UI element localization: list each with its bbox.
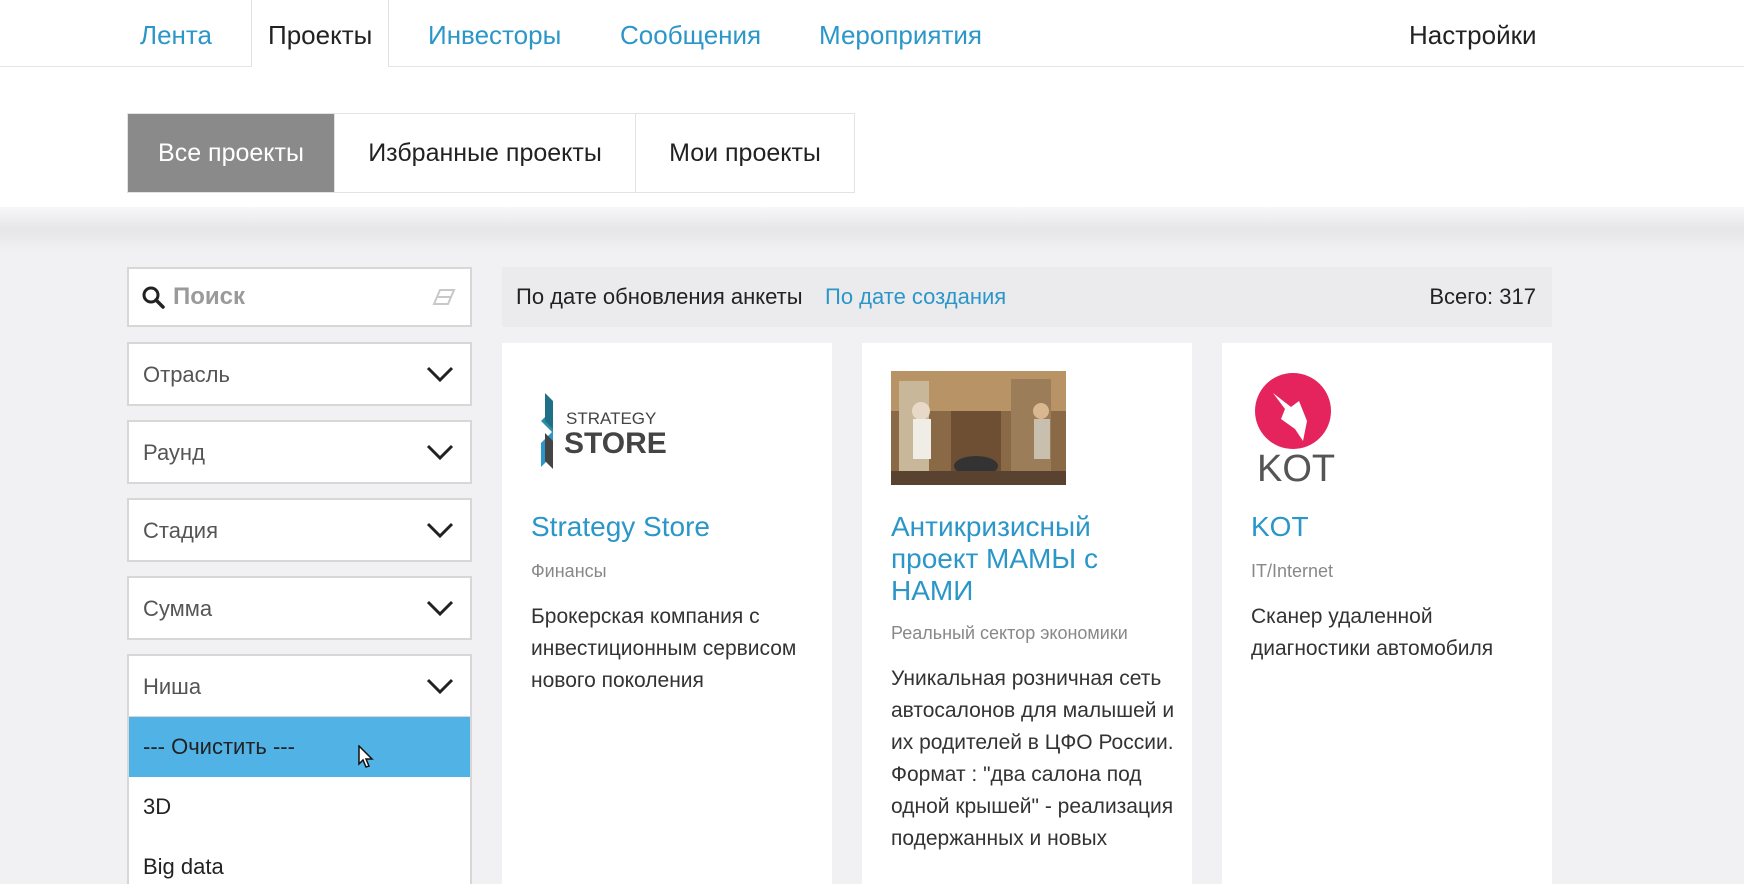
filter-stage[interactable]: Стадия: [127, 498, 472, 562]
kot-logo: KOT: [1255, 373, 1335, 485]
top-navigation: Лента Проекты Инвесторы Сообщения Меропр…: [0, 0, 1744, 68]
dropdown-option-clear[interactable]: --- Очистить ---: [129, 717, 470, 777]
filter-niche-label: Ниша: [143, 674, 202, 699]
filter-round-label: Раунд: [143, 440, 205, 465]
project-description: Уникальная розничная сеть автосалонов дл…: [891, 667, 1175, 850]
project-title[interactable]: Антикризисный проект МАМЫ с НАМИ: [891, 511, 1171, 607]
chevron-down-icon: [426, 444, 454, 461]
project-card[interactable]: STRATEGY STORE Strategy Store Финансы Бр…: [502, 343, 832, 884]
project-category: IT/Internet: [1251, 561, 1334, 581]
project-subtabs: Все проекты Избранные проекты Мои проект…: [127, 113, 855, 193]
mouse-cursor-icon: [358, 745, 374, 768]
project-category: Финансы: [531, 561, 607, 581]
chevron-down-icon: [426, 678, 454, 695]
project-category: Реальный сектор экономики: [891, 623, 1128, 643]
project-title[interactable]: KOT: [1251, 511, 1531, 543]
logo-text-strategy: STRATEGY: [566, 409, 656, 428]
tab-messages[interactable]: Сообщения: [620, 0, 761, 67]
logo-text-kot: KOT: [1257, 448, 1335, 485]
filter-amount-label: Сумма: [143, 596, 213, 621]
filter-industry[interactable]: Отрасль: [127, 342, 472, 406]
project-card[interactable]: KOT KOT IT/Internet Сканер удаленной диа…: [1222, 343, 1552, 884]
search-input[interactable]: [173, 279, 423, 315]
chevron-down-icon: [426, 522, 454, 539]
strategy-store-logo: STRATEGY STORE: [541, 393, 667, 469]
tab-investors[interactable]: Инвесторы: [428, 0, 561, 67]
project-description: Брокерская компания с инвестиционным сер…: [531, 605, 797, 692]
chevron-down-icon: [426, 366, 454, 383]
divider-shadow: [0, 207, 1744, 252]
project-description: Сканер удаленной диагностики автомобиля: [1251, 605, 1494, 660]
dropdown-option-3d[interactable]: 3D: [129, 777, 470, 837]
search-icon: [142, 286, 165, 309]
subtab-all-projects[interactable]: Все проекты: [128, 114, 335, 192]
total-count: Всего: 317: [1429, 284, 1536, 309]
subtab-my-projects[interactable]: Мои проекты: [636, 114, 854, 192]
clear-icon[interactable]: [432, 288, 456, 306]
project-title[interactable]: Strategy Store: [531, 511, 811, 543]
sort-by-created-link[interactable]: По дате создания: [825, 267, 1006, 327]
filter-stage-label: Стадия: [143, 518, 218, 543]
project-photo: [891, 371, 1066, 485]
settings-link[interactable]: Настройки: [1409, 0, 1537, 67]
sort-bar: По дате обновления анкеты По дате создан…: [502, 267, 1552, 327]
filter-round[interactable]: Раунд: [127, 420, 472, 484]
tab-events[interactable]: Мероприятия: [819, 0, 982, 67]
text-fade: [862, 844, 1192, 884]
filter-niche[interactable]: Ниша: [127, 654, 472, 718]
subtab-favorite-projects[interactable]: Избранные проекты: [335, 114, 636, 192]
chevron-down-icon: [426, 600, 454, 617]
niche-dropdown-list: --- Очистить --- 3D Big data: [127, 717, 472, 884]
project-card[interactable]: Антикризисный проект МАМЫ с НАМИ Реальны…: [862, 343, 1192, 884]
tab-projects[interactable]: Проекты: [251, 0, 390, 68]
filter-industry-label: Отрасль: [143, 362, 230, 387]
logo-text-store: STORE: [564, 427, 667, 460]
sort-by-update[interactable]: По дате обновления анкеты: [516, 267, 803, 327]
search-box: [127, 267, 472, 327]
dropdown-option-big-data[interactable]: Big data: [129, 837, 470, 884]
filter-amount[interactable]: Сумма: [127, 576, 472, 640]
tab-feed[interactable]: Лента: [140, 0, 212, 67]
subtabs-band: Все проекты Избранные проекты Мои проект…: [0, 67, 1744, 207]
